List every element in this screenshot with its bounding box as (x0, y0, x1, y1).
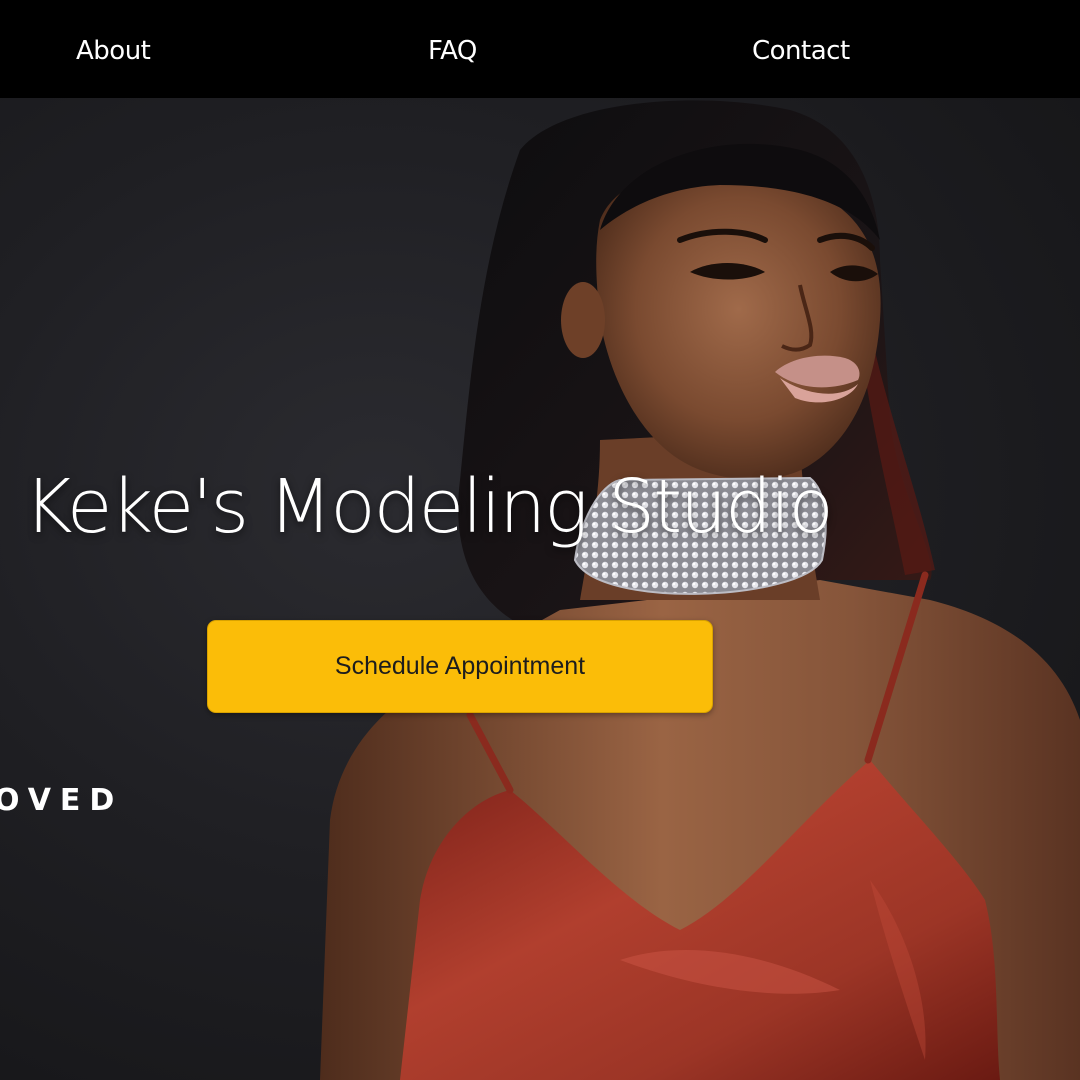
nav-link-about[interactable]: About (76, 30, 151, 72)
hero-title: Keke's Modeling Studio (24, 464, 834, 550)
nav-link-contact[interactable]: Contact (752, 30, 850, 72)
nav-link-faq[interactable]: FAQ (428, 30, 477, 72)
background-overlay-text: OVED (0, 783, 124, 818)
hero-background-photo (320, 100, 1080, 1080)
hero-section: OVED Keke's Modeling Studio Schedule App… (0, 98, 1080, 1080)
schedule-appointment-button[interactable]: Schedule Appointment (207, 620, 713, 713)
page: About FAQ Contact OVED Keke's Modeling S… (0, 0, 1080, 1080)
top-navigation-bar: About FAQ Contact (0, 0, 1080, 98)
